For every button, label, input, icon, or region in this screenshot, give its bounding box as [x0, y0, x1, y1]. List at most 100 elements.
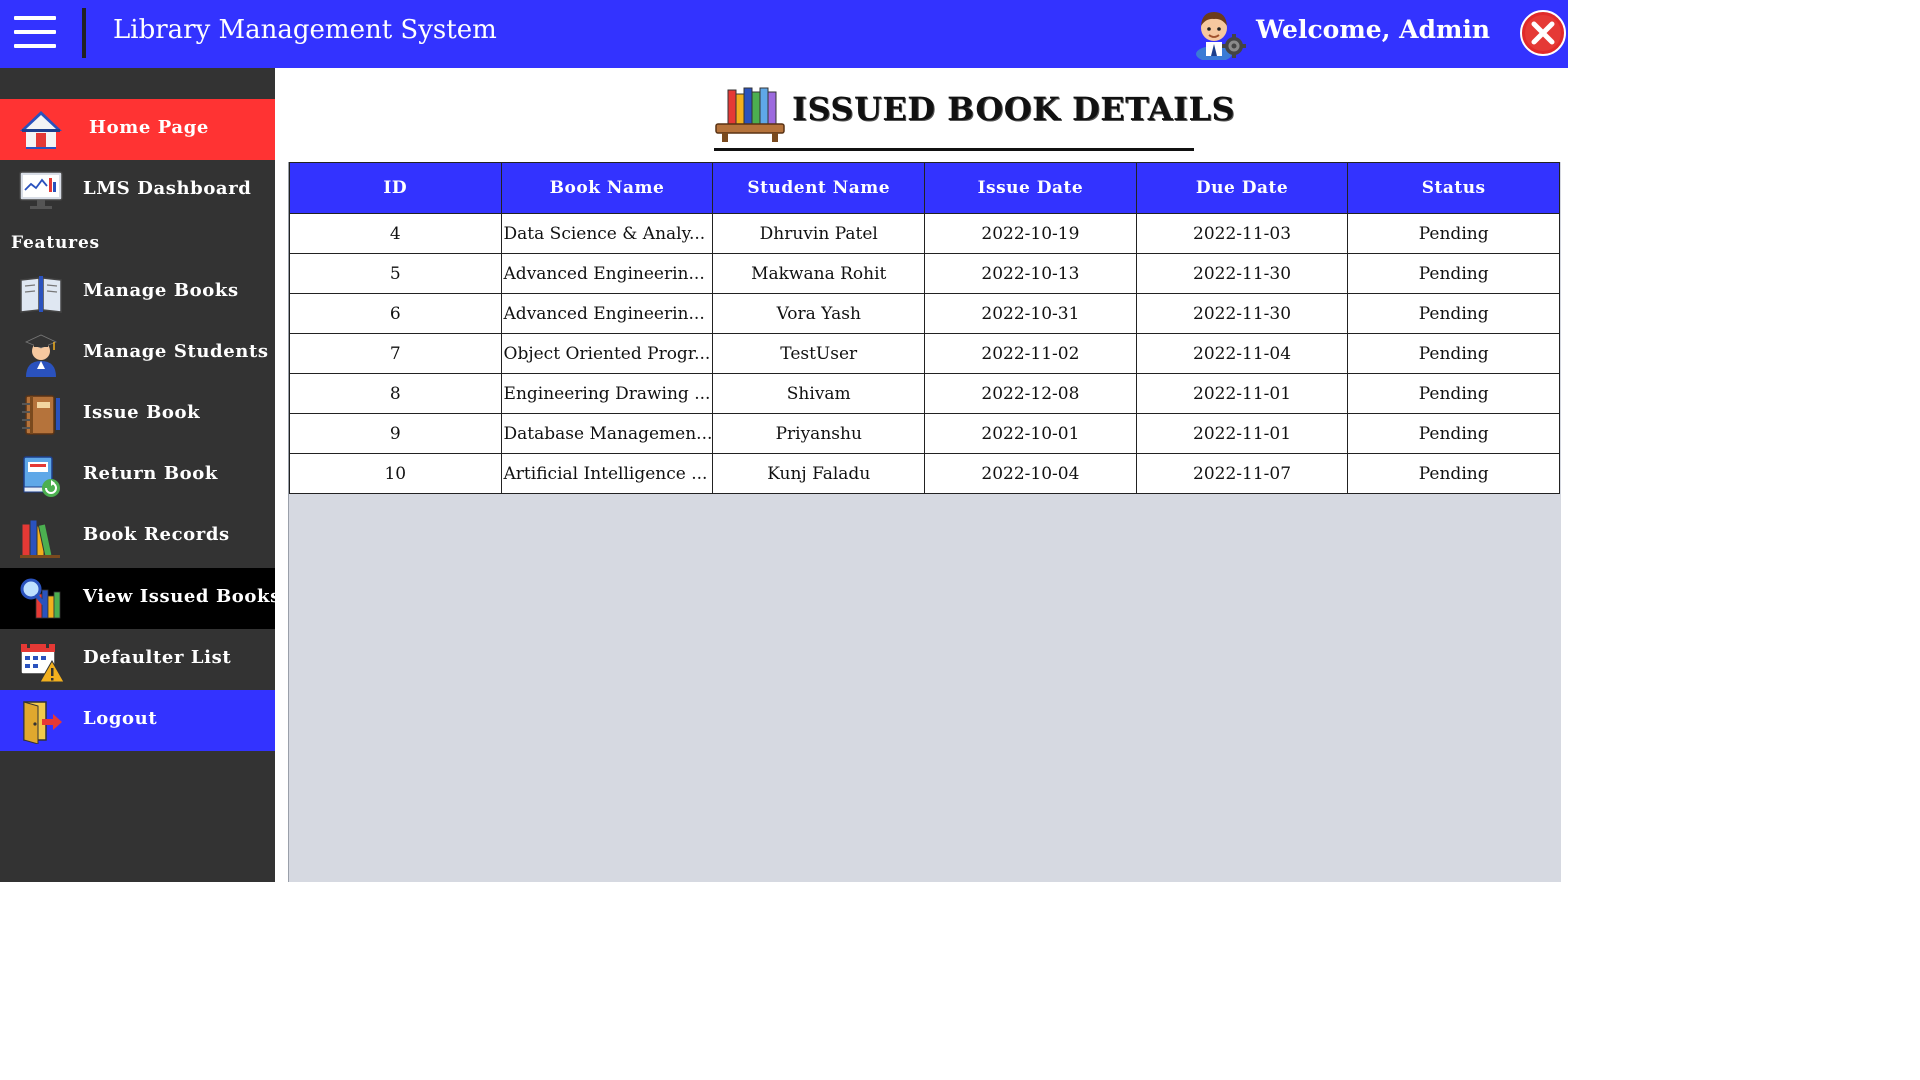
graduate-student-icon — [24, 334, 58, 377]
cell-book-name: Database Managemen... — [500, 413, 714, 454]
cell-student-name: Shivam — [712, 373, 926, 414]
cell-student-name: Vora Yash — [712, 293, 926, 334]
cell-due-date: 2022-11-01 — [1135, 413, 1349, 454]
books-shelf-icon — [20, 519, 60, 558]
app-title: Library Management System — [113, 15, 497, 45]
cell-status: Pending — [1347, 413, 1560, 454]
table-row[interactable]: 7 Object Oriented Progr... TestUser 2022… — [289, 333, 1560, 374]
table-row[interactable]: 4 Data Science & Analy... Dhruvin Patel … — [289, 213, 1560, 254]
cell-status: Pending — [1347, 293, 1560, 334]
cell-student-name: Kunj Faladu — [712, 453, 926, 494]
column-header-issue-date[interactable]: Issue Date — [924, 162, 1137, 214]
heading-underline — [714, 148, 1194, 151]
sidebar-item-home-page[interactable]: Home Page — [0, 99, 275, 160]
header-divider — [82, 8, 86, 58]
cell-book-name: Advanced Engineerin... — [500, 293, 714, 334]
column-header-due-date[interactable]: Due Date — [1135, 162, 1349, 214]
sidebar-item-logout[interactable]: Logout — [0, 690, 275, 751]
sidebar-item-defaulter-list[interactable]: Defaulter List — [0, 629, 275, 690]
table-header-row: ID Book Name Student Name Issue Date Due… — [289, 162, 1560, 214]
page-heading-block: ISSUED BOOK DETAILS — [714, 84, 1235, 152]
sidebar-item-manage-students[interactable]: Manage Students — [0, 323, 275, 384]
welcome-text: Welcome, Admin — [1256, 15, 1491, 44]
dashboard-monitor-icon — [19, 171, 63, 209]
cell-book-name: Data Science & Analy... — [500, 213, 714, 254]
menu-icon[interactable] — [14, 14, 56, 50]
table-row[interactable]: 5 Advanced Engineerin... Makwana Rohit 2… — [289, 253, 1560, 294]
sidebar-item-label: View Issued Books — [83, 586, 281, 607]
sidebar-item-lms-dashboard[interactable]: LMS Dashboard — [0, 160, 275, 221]
cell-student-name: Dhruvin Patel — [712, 213, 926, 254]
column-header-status[interactable]: Status — [1347, 162, 1560, 214]
return-book-icon — [23, 456, 60, 497]
cell-issue-date: 2022-10-31 — [924, 293, 1137, 334]
features-section-label: Features — [11, 233, 100, 253]
cell-due-date: 2022-11-03 — [1135, 213, 1349, 254]
sidebar-item-label: Book Records — [83, 524, 230, 545]
exit-door-icon — [23, 701, 62, 744]
open-book-icon — [20, 276, 62, 313]
sidebar-item-label: Home Page — [89, 117, 209, 138]
cell-due-date: 2022-11-30 — [1135, 293, 1349, 334]
column-header-student-name[interactable]: Student Name — [712, 162, 926, 214]
search-books-icon — [20, 578, 61, 619]
cell-id: 8 — [289, 373, 502, 414]
sidebar-item-label: Issue Book — [83, 402, 201, 423]
cell-id: 9 — [289, 413, 502, 454]
cell-book-name: Advanced Engineerin... — [500, 253, 714, 294]
table-row[interactable]: 6 Advanced Engineerin... Vora Yash 2022-… — [289, 293, 1560, 334]
sidebar-item-issue-book[interactable]: Issue Book — [0, 384, 275, 445]
table-row[interactable]: 9 Database Managemen... Priyanshu 2022-1… — [289, 413, 1560, 454]
sidebar-item-manage-books[interactable]: Manage Books — [0, 262, 275, 323]
column-header-book-name[interactable]: Book Name — [500, 162, 714, 214]
cell-status: Pending — [1347, 333, 1560, 374]
cell-id: 5 — [289, 253, 502, 294]
cell-issue-date: 2022-11-02 — [924, 333, 1137, 374]
cell-due-date: 2022-11-07 — [1135, 453, 1349, 494]
cell-status: Pending — [1347, 373, 1560, 414]
sidebar-item-label: Logout — [83, 708, 158, 729]
sidebar-item-book-records[interactable]: Book Records — [0, 506, 275, 567]
cell-due-date: 2022-11-30 — [1135, 253, 1349, 294]
cell-issue-date: 2022-10-04 — [924, 453, 1137, 494]
sidebar-item-label: Return Book — [83, 463, 218, 484]
sidebar-item-label: LMS Dashboard — [83, 178, 252, 199]
cell-id: 4 — [289, 213, 502, 254]
cell-id: 7 — [289, 333, 502, 374]
cell-due-date: 2022-11-04 — [1135, 333, 1349, 374]
page-title: ISSUED BOOK DETAILS — [792, 90, 1236, 128]
cell-issue-date: 2022-10-13 — [924, 253, 1137, 294]
cell-book-name: Object Oriented Progr... — [500, 333, 714, 374]
sidebar-item-label: Defaulter List — [83, 647, 232, 668]
issued-books-table: ID Book Name Student Name Issue Date Due… — [289, 162, 1560, 494]
calendar-warning-icon — [20, 640, 64, 683]
table-row[interactable]: 10 Artificial Intelligence ... Kunj Fala… — [289, 453, 1560, 494]
notebook-icon — [22, 395, 60, 435]
cell-issue-date: 2022-10-19 — [924, 213, 1137, 254]
bookshelf-icon — [715, 87, 785, 142]
cell-student-name: TestUser — [712, 333, 926, 374]
cell-status: Pending — [1347, 213, 1560, 254]
cell-id: 10 — [289, 453, 502, 494]
cell-due-date: 2022-11-01 — [1135, 373, 1349, 414]
table-row[interactable]: 8 Engineering Drawing ... Shivam 2022-12… — [289, 373, 1560, 414]
top-header: Library Management System Welcome, Admin — [0, 0, 1568, 68]
sidebar: Home Page LMS Dashboard Features Manage … — [0, 68, 280, 882]
cell-issue-date: 2022-10-01 — [924, 413, 1137, 454]
admin-avatar-icon — [1196, 12, 1246, 60]
close-icon[interactable] — [1520, 10, 1566, 56]
sidebar-item-label: Manage Students — [83, 341, 269, 362]
issued-books-table-area: ID Book Name Student Name Issue Date Due… — [288, 162, 1561, 882]
cell-id: 6 — [289, 293, 502, 334]
cell-status: Pending — [1347, 253, 1560, 294]
sidebar-item-view-issued-books[interactable]: View Issued Books — [0, 568, 280, 629]
cell-student-name: Priyanshu — [712, 413, 926, 454]
cell-status: Pending — [1347, 453, 1560, 494]
sidebar-item-label: Manage Books — [83, 280, 239, 301]
cell-book-name: Engineering Drawing ... — [500, 373, 714, 414]
column-header-id[interactable]: ID — [289, 162, 502, 214]
sidebar-item-return-book[interactable]: Return Book — [0, 445, 275, 506]
home-icon — [20, 111, 62, 149]
cell-issue-date: 2022-12-08 — [924, 373, 1137, 414]
cell-book-name: Artificial Intelligence ... — [500, 453, 714, 494]
